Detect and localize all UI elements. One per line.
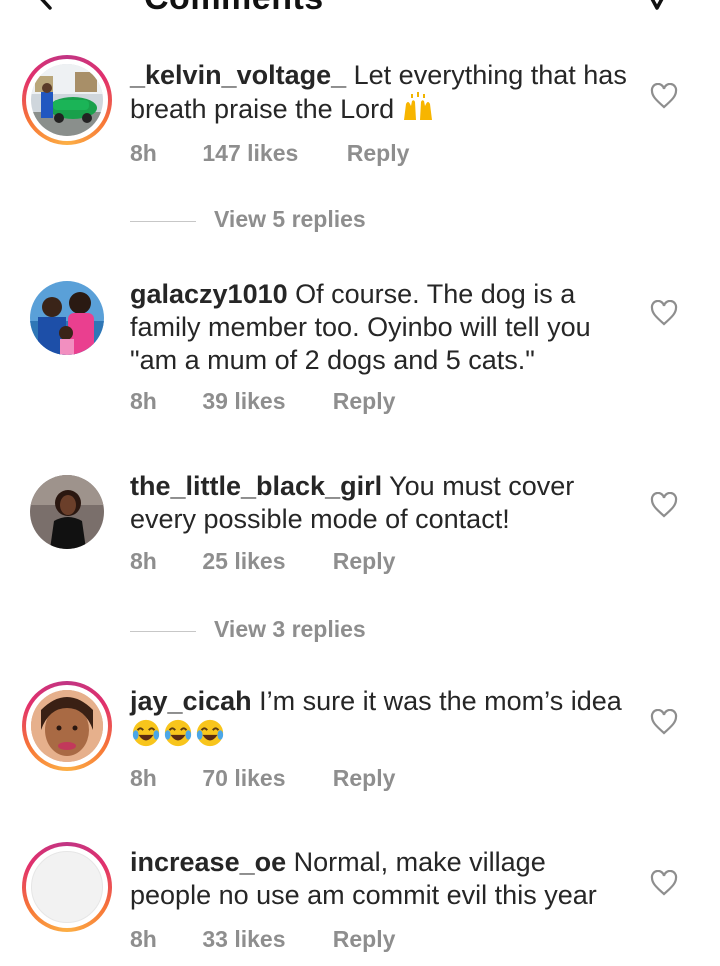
comment-text: jay_cicah I’m sure it was the mom’s idea <box>130 685 630 752</box>
avatar[interactable] <box>22 842 112 932</box>
comment-meta: 8h 147 likes Reply <box>130 140 409 167</box>
top-bar: Comments <box>0 0 720 20</box>
comment-username[interactable]: galaczy1010 <box>130 279 288 309</box>
comment-time: 8h <box>130 140 157 166</box>
view-replies-label: View 3 replies <box>214 616 366 642</box>
heart-icon[interactable] <box>650 300 678 326</box>
avatar[interactable] <box>22 470 112 560</box>
comment-meta: 8h 25 likes Reply <box>130 548 395 575</box>
page-title: Comments <box>144 0 324 18</box>
laughing-tears-emoji-icon <box>164 719 192 747</box>
comment-likes[interactable]: 25 likes <box>202 548 326 575</box>
comment-username[interactable]: jay_cicah <box>130 686 252 716</box>
heart-icon[interactable] <box>650 709 678 735</box>
comment-meta: 8h 39 likes Reply <box>130 388 395 415</box>
view-replies-label: View 5 replies <box>214 206 366 232</box>
laughing-tears-emoji-icon <box>196 719 224 747</box>
divider <box>130 221 196 222</box>
comment-likes[interactable]: 147 likes <box>202 140 340 167</box>
comment-likes[interactable]: 33 likes <box>202 926 326 953</box>
comment-text: the_little_black_girl You must cover eve… <box>130 470 630 536</box>
comment-username[interactable]: _kelvin_voltage_ <box>130 60 346 90</box>
reply-button[interactable]: Reply <box>333 388 396 415</box>
avatar[interactable] <box>22 55 112 145</box>
divider <box>130 631 196 632</box>
comment-meta: 8h 70 likes Reply <box>130 765 395 792</box>
comment-likes[interactable]: 39 likes <box>202 388 326 415</box>
reply-button[interactable]: Reply <box>347 140 410 167</box>
comment-meta: 8h 33 likes Reply <box>130 926 395 953</box>
avatar[interactable] <box>22 276 112 366</box>
reply-button[interactable]: Reply <box>333 926 396 953</box>
comment-time: 8h <box>130 765 157 791</box>
comment-time: 8h <box>130 548 157 574</box>
back-arrow-icon[interactable] <box>30 0 64 12</box>
comment-likes[interactable]: 70 likes <box>202 765 326 792</box>
comment-text: galaczy1010 Of course. The dog is a fami… <box>130 278 630 377</box>
comment-username[interactable]: increase_oe <box>130 847 286 877</box>
reply-button[interactable]: Reply <box>333 765 396 792</box>
avatar[interactable] <box>22 681 112 771</box>
comment-text: increase_oe Normal, make village people … <box>130 846 630 912</box>
reply-button[interactable]: Reply <box>333 548 396 575</box>
comment-time: 8h <box>130 388 157 414</box>
raising-hands-icon <box>403 92 432 120</box>
heart-icon[interactable] <box>650 492 678 518</box>
comment-text: _kelvin_voltage_ Let everything that has… <box>130 59 630 126</box>
laughing-tears-emoji-icon <box>132 719 160 747</box>
comment-body: I’m sure it was the mom’s idea <box>259 686 622 716</box>
heart-icon[interactable] <box>650 870 678 896</box>
send-icon[interactable] <box>640 0 674 12</box>
heart-icon[interactable] <box>650 83 678 109</box>
comment-time: 8h <box>130 926 157 952</box>
comment-username[interactable]: the_little_black_girl <box>130 471 382 501</box>
